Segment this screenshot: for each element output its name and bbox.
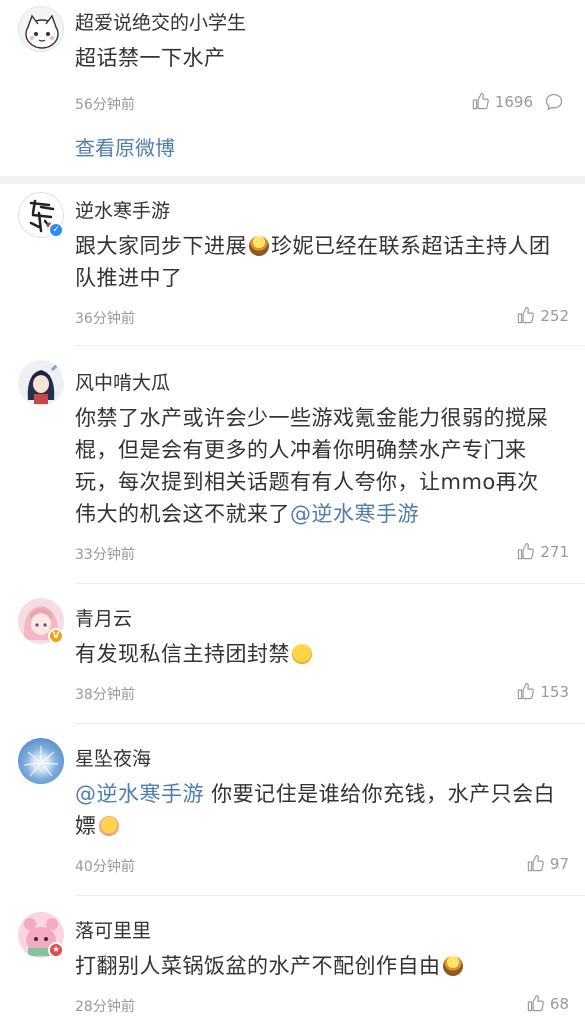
mention-link[interactable]: @逆水寒手游 (75, 782, 204, 806)
comment-text: 你禁了水产或许会少一些游戏氪金能力很弱的搅屎棍，但是会有更多的人冲着你明确禁水产… (75, 402, 560, 530)
thumbs-up-icon (518, 542, 535, 560)
comment-time: 33分钟前 (75, 547, 135, 563)
torch-emoji (249, 236, 269, 256)
comment-time: 38分钟前 (75, 687, 135, 703)
like-count: 153 (540, 682, 569, 701)
comment-text-part: 有发现私信主持团封禁 (75, 642, 290, 666)
comment-text-part: 跟大家同步下进展 (75, 234, 247, 258)
mention-link[interactable]: @逆水寒手游 (290, 502, 419, 526)
top-comment-card: 超爱说绝交的小学生 超话禁一下水产 56分钟前 1696 查看原微博 (0, 0, 585, 176)
list-item: 星坠夜海 @逆水寒手游 你要记住是谁给你充钱，水产只会白嫖 40分钟前 97 (0, 724, 585, 896)
like-button[interactable]: 153 (516, 682, 569, 701)
comment-time: 36分钟前 (75, 311, 135, 327)
comment-text: 有发现私信主持团封禁 (75, 638, 560, 670)
like-button[interactable]: 271 (516, 542, 569, 561)
comment-text: 跟大家同步下进展 珍妮已经在联系超话主持人团队推进中了 (75, 230, 560, 294)
comment-text: 打翻别人菜锅饭盆的水产不配创作自由 (75, 950, 560, 982)
thumbs-up-icon (518, 682, 535, 700)
comment-username[interactable]: 落可里里 (75, 916, 151, 943)
verified-badge-icon: V (48, 628, 64, 644)
comment-text: @逆水寒手游 你要记住是谁给你充钱，水产只会白嫖 (75, 778, 560, 842)
like-button[interactable]: 252 (516, 306, 569, 325)
smile-emoji (292, 644, 312, 664)
thumbs-up-icon (527, 854, 544, 872)
like-button[interactable]: 97 (526, 854, 569, 873)
comment-time: 28分钟前 (75, 999, 135, 1015)
list-item: 风中啃大瓜 你禁了水产或许会少一些游戏氪金能力很弱的搅屎棍，但是会有更多的人冲着… (0, 346, 585, 584)
list-item: V 青月云 有发现私信主持团封禁 38分钟前 153 (0, 584, 585, 724)
avatar-anime-icon (27, 362, 60, 404)
like-count: 68 (549, 994, 569, 1013)
thumbs-up-icon (472, 92, 489, 110)
comment-username[interactable]: 星坠夜海 (75, 744, 151, 771)
like-count: 97 (549, 854, 569, 873)
like-button[interactable]: 1696 (471, 92, 533, 111)
torch-emoji (442, 956, 463, 976)
blush-emoji (98, 816, 119, 836)
like-count: 271 (540, 542, 569, 561)
comment-time: 56分钟前 (75, 97, 135, 113)
comment-username[interactable]: 青月云 (75, 604, 132, 631)
avatar-cartoon-icon (25, 14, 59, 49)
list-item: ★ 落可里里 打翻别人菜锅饭盆的水产不配创作自由 28分钟前 68 (0, 896, 585, 1024)
like-button[interactable]: 68 (526, 994, 569, 1013)
avatar[interactable] (18, 738, 64, 784)
like-count: 252 (540, 306, 569, 325)
comment-username[interactable]: 超爱说绝交的小学生 (75, 8, 246, 35)
comment-text: 超话禁一下水产 (75, 46, 226, 70)
view-original-link[interactable]: 查看原微博 (75, 132, 175, 161)
reply-bubble-icon[interactable] (544, 92, 564, 112)
avatar-firework-icon (23, 746, 59, 777)
list-item: ✓ 逆水寒手游 跟大家同步下进展 珍妮已经在联系超话主持人团队推进中了 36分钟前… (0, 184, 585, 346)
thumbs-up-icon (527, 994, 544, 1012)
comment-text-part: 打翻别人菜锅饭盆的水产不配创作自由 (75, 954, 441, 978)
comment-username[interactable]: 风中啃大瓜 (75, 368, 170, 395)
comment-time: 40分钟前 (75, 859, 135, 875)
like-count: 1696 (494, 92, 533, 111)
comment-username[interactable]: 逆水寒手游 (75, 196, 170, 223)
avatar[interactable] (18, 6, 64, 52)
member-badge-icon: ★ (48, 942, 64, 958)
section-divider (0, 176, 585, 184)
avatar[interactable] (18, 360, 64, 406)
thumbs-up-icon (518, 306, 535, 324)
verified-badge-icon: ✓ (48, 222, 64, 238)
